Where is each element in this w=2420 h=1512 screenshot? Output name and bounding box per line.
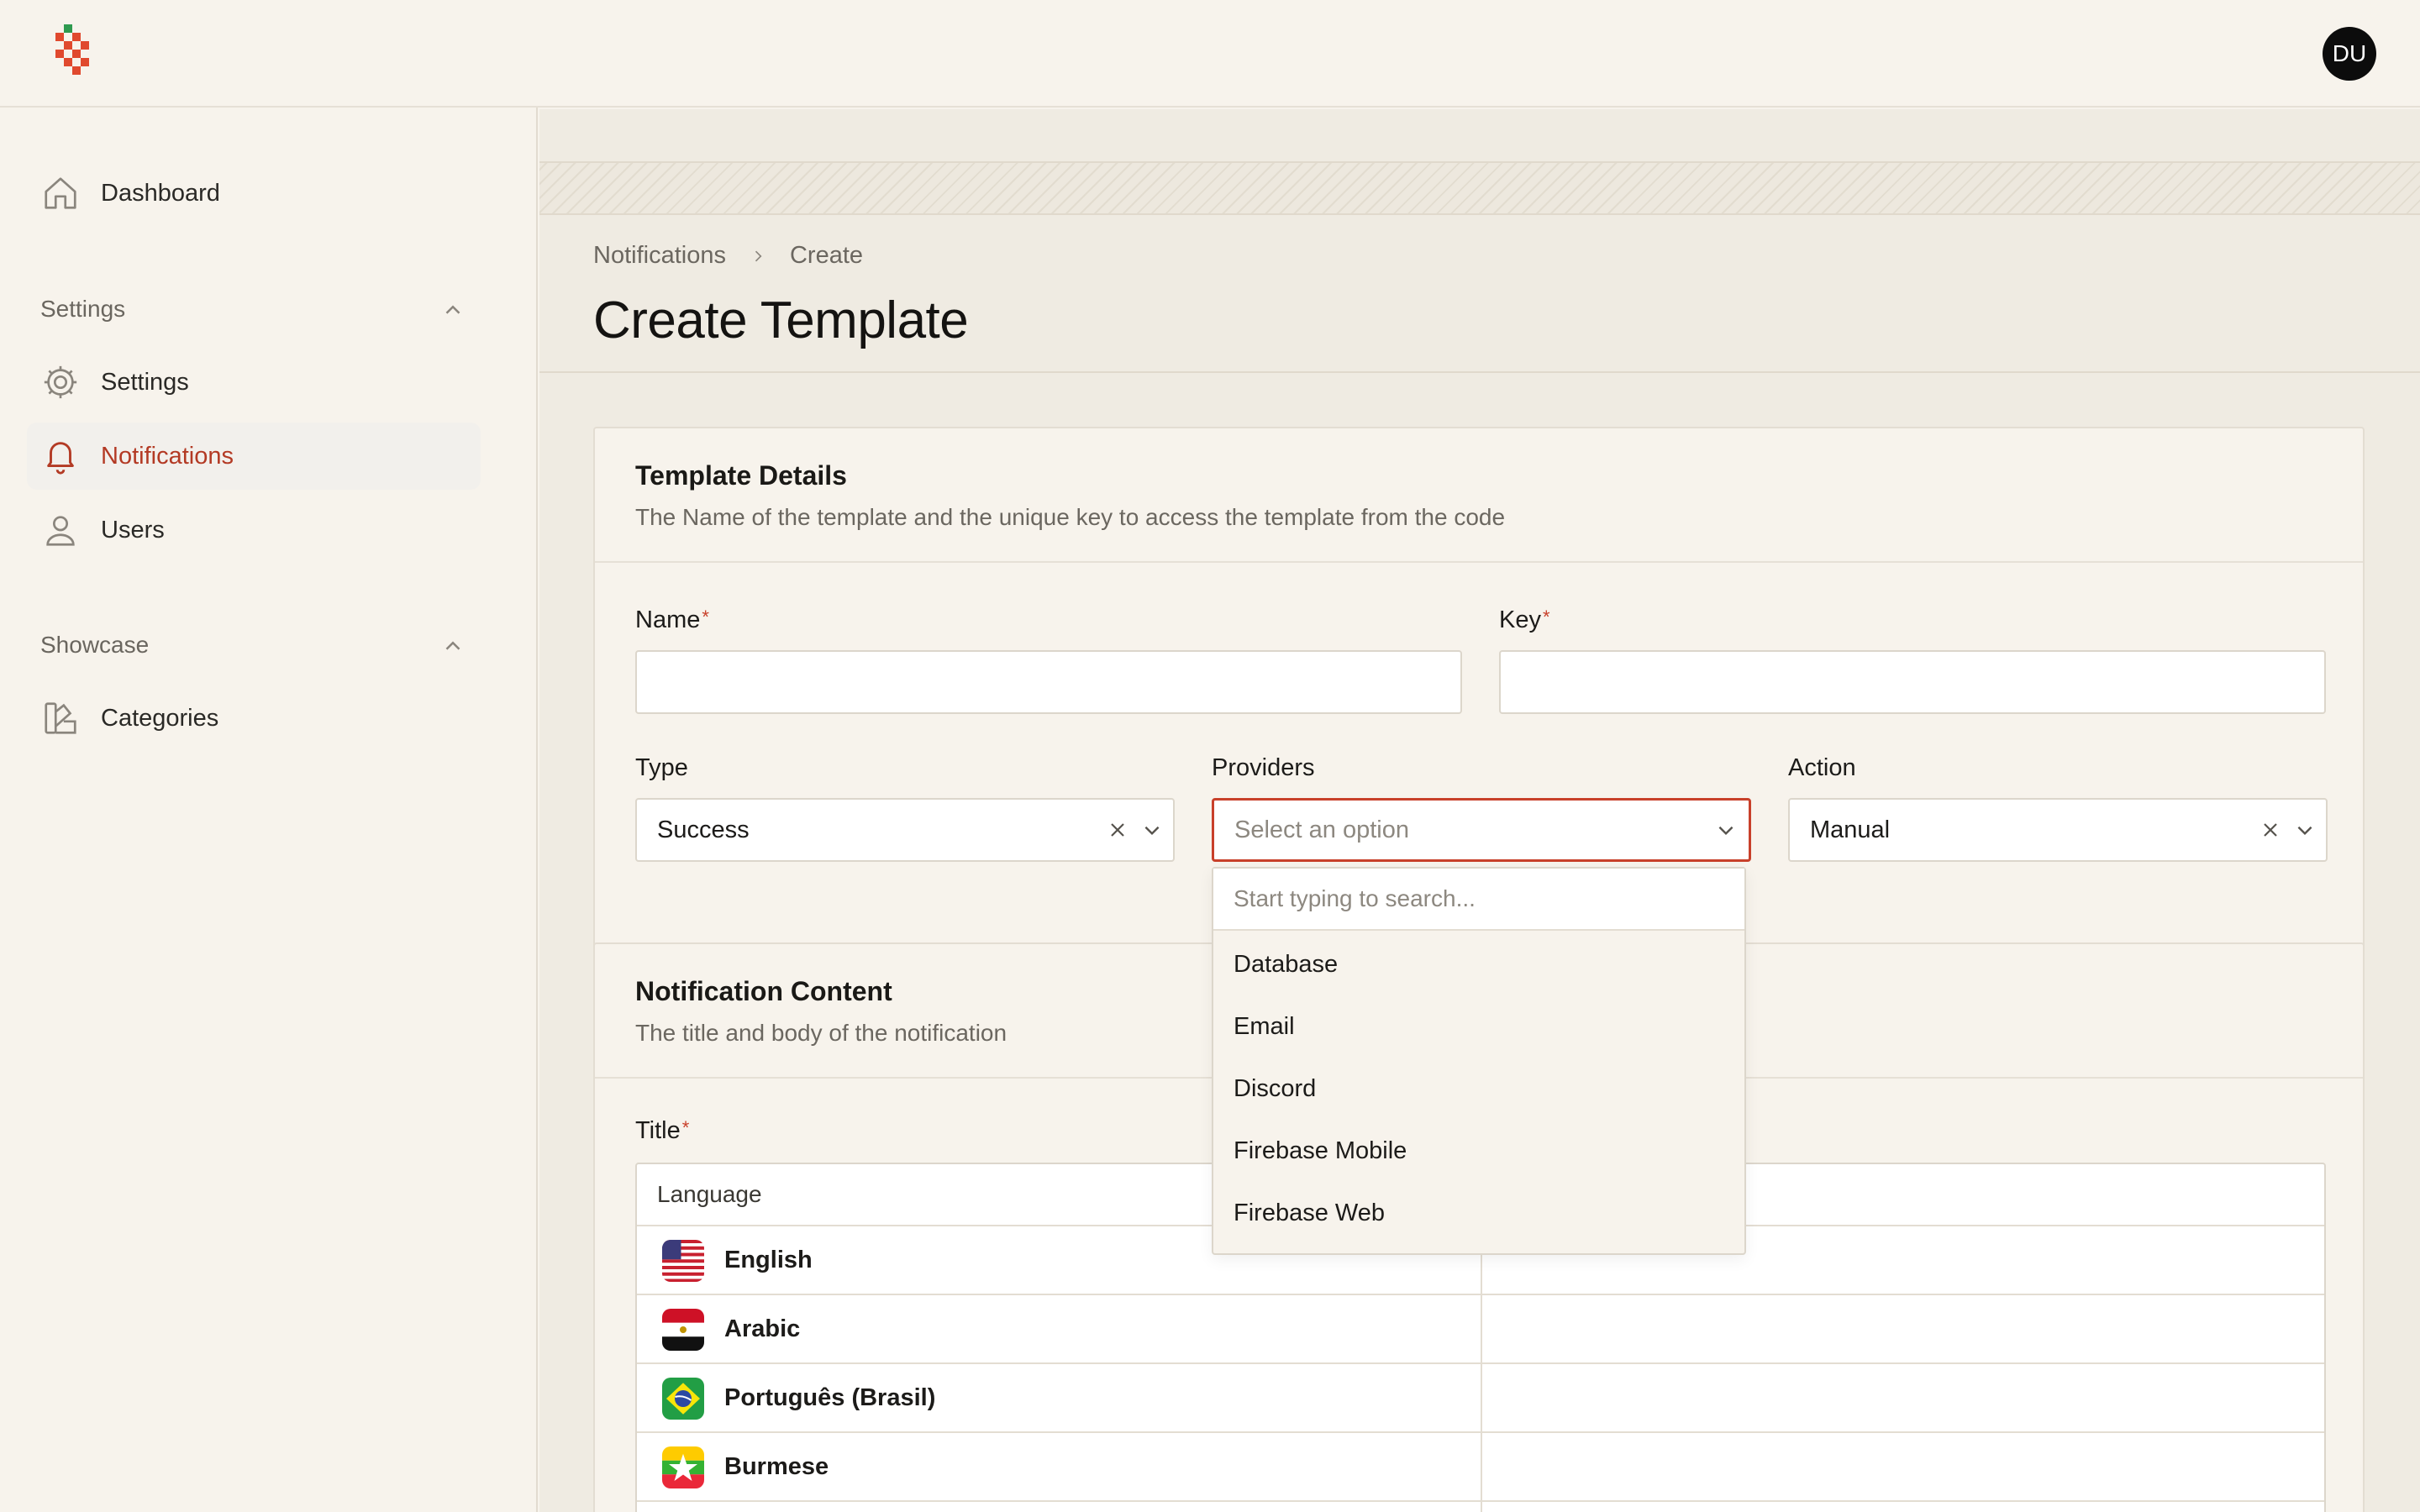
- option-email[interactable]: Email: [1234, 1013, 1295, 1041]
- sidebar-item-users[interactable]: Users: [27, 496, 481, 564]
- gear-icon: [27, 349, 94, 416]
- page-title: Create Template: [593, 291, 969, 349]
- us-flag-icon: [662, 1240, 704, 1282]
- providers-search-input[interactable]: [1213, 869, 1744, 931]
- sidebar-item-label: Categories: [101, 704, 219, 732]
- card-header: Template Details The Name of the templat…: [595, 428, 2363, 563]
- breadcrumb: Notifications Create: [593, 242, 863, 270]
- app-logo[interactable]: [55, 24, 106, 84]
- action-value: Manual: [1810, 816, 1891, 843]
- action-select[interactable]: Manual: [1788, 798, 2328, 862]
- user-icon: [27, 496, 94, 564]
- providers-select[interactable]: Select an option: [1212, 798, 1751, 862]
- sidebar-item-label: Settings: [101, 368, 189, 396]
- action-label: Action: [1788, 754, 1856, 781]
- breadcrumb-notifications[interactable]: Notifications: [593, 242, 726, 270]
- option-firebase-mobile[interactable]: Firebase Mobile: [1234, 1137, 1407, 1165]
- card-title: Template Details: [635, 460, 847, 491]
- main-content: Notifications Create Create Template Tem…: [539, 109, 2420, 1512]
- close-icon[interactable]: [1107, 820, 1128, 840]
- required-mark: *: [702, 606, 709, 627]
- sidebar-group-settings[interactable]: Settings: [40, 296, 125, 323]
- swatch-icon: [27, 685, 94, 752]
- card-title: Notification Content: [635, 976, 892, 1006]
- option-database[interactable]: Database: [1234, 951, 1338, 979]
- bell-icon: [27, 423, 94, 490]
- brazil-flag-icon: [662, 1378, 704, 1420]
- option-discord[interactable]: Discord: [1234, 1075, 1316, 1103]
- breadcrumb-create: Create: [789, 242, 864, 269]
- chevron-up-icon[interactable]: [440, 297, 466, 323]
- name-input[interactable]: [635, 650, 1462, 714]
- title-label: Title*: [635, 1117, 690, 1144]
- user-avatar[interactable]: DU: [2323, 27, 2376, 81]
- page-header: Notifications Create Create Template: [539, 215, 2420, 373]
- sidebar-item-label: Dashboard: [101, 179, 220, 207]
- sidebar-item-label: Users: [101, 516, 165, 543]
- column-header-language: Language: [657, 1181, 762, 1207]
- name-label: Name*: [635, 606, 709, 633]
- chevron-down-icon[interactable]: [2294, 819, 2316, 841]
- hatch-banner: [539, 161, 2420, 215]
- providers-placeholder: Select an option: [1234, 816, 1409, 843]
- top-bar: DU: [0, 0, 2420, 108]
- chevron-right-icon: [755, 250, 762, 261]
- home-icon: [27, 160, 94, 227]
- table-row: Arabic: [637, 1295, 2324, 1364]
- type-value: Success: [657, 816, 750, 843]
- card-subtitle: The title and body of the notification: [635, 1020, 1007, 1046]
- close-icon[interactable]: [2260, 820, 2281, 840]
- sidebar-group-showcase[interactable]: Showcase: [40, 632, 149, 659]
- key-label: Key*: [1499, 606, 1550, 633]
- type-label: Type: [635, 754, 688, 781]
- sidebar-item-dashboard[interactable]: Dashboard: [27, 160, 481, 227]
- myanmar-flag-icon: [662, 1446, 704, 1488]
- sidebar: Dashboard Settings Settings Notification…: [0, 108, 538, 1512]
- key-input[interactable]: [1499, 650, 2326, 714]
- sidebar-item-label: Notifications: [101, 442, 234, 470]
- language-name: Burmese: [724, 1453, 829, 1480]
- required-mark: *: [681, 1117, 690, 1138]
- providers-dropdown: Database Email Discord Firebase Mobile F…: [1212, 867, 1746, 1255]
- chevron-down-icon[interactable]: [1715, 819, 1737, 841]
- sidebar-item-categories[interactable]: Categories: [27, 685, 481, 752]
- chevron-down-icon[interactable]: [1141, 819, 1163, 841]
- language-name: English: [724, 1247, 813, 1273]
- egypt-flag-icon: [662, 1309, 704, 1351]
- table-row: Português (Brasil): [637, 1364, 2324, 1433]
- table-row: Burmese: [637, 1433, 2324, 1502]
- sidebar-item-settings[interactable]: Settings: [27, 349, 481, 416]
- type-select[interactable]: Success: [635, 798, 1175, 862]
- card-subtitle: The Name of the template and the unique …: [635, 504, 1506, 530]
- required-mark: *: [1542, 606, 1550, 627]
- option-firebase-web[interactable]: Firebase Web: [1234, 1200, 1385, 1227]
- sidebar-item-notifications[interactable]: Notifications: [27, 423, 481, 490]
- language-name: Arabic: [724, 1315, 801, 1342]
- chevron-up-icon[interactable]: [440, 633, 466, 659]
- language-name: Português (Brasil): [724, 1384, 936, 1411]
- providers-label: Providers: [1212, 754, 1315, 781]
